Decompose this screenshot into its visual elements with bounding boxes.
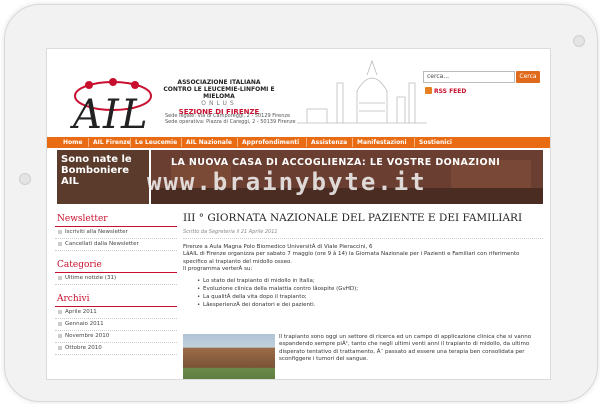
- association-name: ASSOCIAZIONE ITALIANA CONTRO LE LEUCEMIE…: [159, 79, 279, 116]
- nav-item-ail-nazionale[interactable]: AIL Nazionale: [186, 137, 232, 148]
- list-item: LâesperienzÃ dei donatori e dei pazienti…: [197, 301, 543, 309]
- search-input[interactable]: cerca...: [423, 71, 515, 83]
- sidebar-heading-archive: Archivi: [55, 293, 177, 307]
- ail-logo: A I L: [69, 78, 152, 134]
- tablet-frame: A I L ASSOCIAZIONE ITALIANA CONTRO LE LE…: [4, 4, 598, 402]
- article-paragraph: LâAIL di Firenze organizza per sabato 7 …: [183, 251, 520, 265]
- nav-item-home[interactable]: Home: [63, 137, 82, 148]
- sidebar-link-unsubscribe[interactable]: Cancellati dalla Newsletter: [55, 239, 177, 251]
- assoc-line: ASSOCIAZIONE ITALIANA: [177, 79, 261, 86]
- svg-text:I: I: [102, 92, 120, 134]
- article-paragraph: Il trapianto sono oggi un settore di ric…: [279, 334, 532, 363]
- banner-line: Sono nate le: [61, 154, 132, 165]
- camera-dot: [19, 173, 31, 185]
- sidebar-heading-newsletter: Newsletter: [55, 213, 177, 227]
- svg-text:A: A: [69, 92, 102, 134]
- nav-item-manifestazioni[interactable]: Manifestazioni: [357, 137, 407, 148]
- nav-item-ail-firenze[interactable]: AIL Firenze: [93, 137, 131, 148]
- website-screen: A I L ASSOCIAZIONE ITALIANA CONTRO LE LE…: [46, 48, 551, 380]
- address-block: Sede legale: Via di Camporeggi, 2 - 5012…: [165, 113, 315, 125]
- florence-skyline-image: [297, 59, 427, 124]
- banner-line: AIL: [61, 176, 79, 187]
- article-bullet-list: Lo stato del trapianto di midollo in Ita…: [197, 277, 543, 310]
- search-button[interactable]: Cerca: [516, 71, 540, 83]
- nav-item-sostienici[interactable]: Sostienici: [419, 137, 452, 148]
- banner-line: Bomboniere: [61, 165, 129, 176]
- article-meta: Scritto da Segreteria il 21 Aprile 2011: [183, 229, 543, 239]
- sidebar-link-archive[interactable]: Novembre 2010: [55, 331, 177, 343]
- watermark-text: www.brainybyte.it: [147, 168, 427, 196]
- address-line: Sede operativa: Piazza di Careggi, 2 - 5…: [165, 119, 296, 125]
- nav-item-le-leucemie[interactable]: Le Leucemie: [135, 137, 177, 148]
- article-paragraph: Il programma verterÃ su:: [183, 266, 253, 273]
- banner-headline: LA NUOVA CASA DI ACCOGLIENZA: LE VOSTRE …: [171, 157, 501, 168]
- camera-dot: [573, 35, 585, 47]
- rss-feed-link[interactable]: RSS FEED: [425, 87, 466, 95]
- rss-icon: [425, 87, 432, 94]
- bomboniere-banner-text: Sono nate le Bomboniere AIL: [61, 154, 132, 187]
- banner-area: Sono nate le Bomboniere AIL LA NUOVA CAS…: [47, 150, 550, 204]
- sidebar: Newsletter Iscriviti alla Newsletter Can…: [55, 209, 177, 355]
- nav-item-assistenza[interactable]: Assistenza: [311, 137, 347, 148]
- list-item: Lo stato del trapianto di midollo in Ita…: [197, 277, 543, 285]
- rss-label: RSS FEED: [434, 88, 467, 95]
- main-navigation: Home AIL Firenze Le Leucemie AIL Naziona…: [47, 137, 550, 148]
- nav-item-approfondimenti[interactable]: Approfondimenti: [242, 137, 299, 148]
- article-intro: Firenze a Aula Magna Polo Biomedico Univ…: [183, 244, 543, 274]
- sidebar-link-category[interactable]: Ultime notizie (31): [55, 273, 177, 285]
- onlus-label: ONLUS: [201, 100, 237, 107]
- assoc-line: CONTRO LE LEUCEMIE-LINFOMI E MIELOMA: [163, 86, 275, 100]
- article-building-photo: [183, 334, 275, 379]
- sidebar-link-archive[interactable]: Ottobre 2010: [55, 343, 177, 355]
- bomboniere-banner[interactable]: Sono nate le Bomboniere AIL: [57, 150, 149, 204]
- sidebar-link-archive[interactable]: Gennaio 2011: [55, 319, 177, 331]
- svg-text:L: L: [120, 92, 148, 134]
- sidebar-heading-categories: Categorie: [55, 259, 177, 273]
- site-header: A I L ASSOCIAZIONE ITALIANA CONTRO LE LE…: [47, 49, 550, 137]
- article-title[interactable]: III ° GIORNATA NAZIONALE DEL PAZIENTE E …: [183, 212, 543, 224]
- sidebar-link-subscribe[interactable]: Iscriviti alla Newsletter: [55, 227, 177, 239]
- list-item: La qualitÃ della vita dopo il trapianto;: [197, 293, 543, 301]
- sidebar-link-archive[interactable]: Aprile 2011: [55, 307, 177, 319]
- article: III ° GIORNATA NAZIONALE DEL PAZIENTE E …: [183, 212, 543, 379]
- list-item: Evoluzione clinica della malattia contro…: [197, 285, 543, 293]
